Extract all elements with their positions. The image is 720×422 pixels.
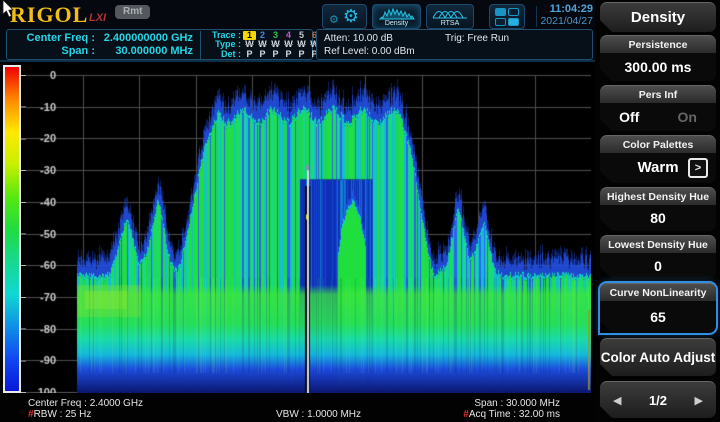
frequency-info-panel: Center Freq : 2.400000000 GHz Span : 30.… — [6, 29, 313, 60]
ref-level-readout: Ref Level: 0.00 dBm — [324, 46, 415, 57]
page-prev-icon[interactable]: ◀ — [613, 394, 621, 407]
palette-value: Warm — [637, 159, 678, 176]
trace-status-table: Trace : 1 2 3 4 5 6 Type : W W W W W W — [200, 31, 321, 59]
pers-inf-off[interactable]: Off — [619, 109, 639, 125]
freq-lines: Center Freq : 2.400000000 GHz Span : 30.… — [15, 32, 193, 58]
clock-block: 11:04:29 2021/04/27 — [538, 3, 593, 27]
system-settings-button[interactable]: ⚙ ⚙ — [322, 4, 367, 29]
softkey-color-auto-adjust[interactable]: Color Auto Adjust — [600, 338, 716, 376]
density-button-label: Density — [373, 20, 420, 27]
softkey-curve-nonlinearity[interactable]: Curve NonLinearity 65 — [600, 283, 716, 333]
rtsa-mode-button[interactable]: RTSA — [426, 4, 474, 29]
pers-inf-on[interactable]: On — [677, 109, 696, 125]
softkey-color-palettes[interactable]: Color Palettes Warm > — [600, 135, 716, 183]
persistence-value: 300.00 ms — [600, 53, 716, 80]
center-freq-label: Center Freq : — [15, 32, 95, 45]
rtsa-button-label: RTSA — [427, 20, 473, 27]
time-display: 11:04:29 — [538, 3, 593, 15]
softkey-lowest-density-hue[interactable]: Lowest Density Hue 0 — [600, 235, 716, 279]
highest-hue-value: 80 — [600, 205, 716, 230]
softkey-menu: Density Persistence 300.00 ms Pers Inf O… — [595, 0, 720, 422]
date-display: 2021/04/27 — [538, 15, 593, 27]
span-label: Span : — [15, 45, 95, 58]
gear-small-icon: ⚙ — [329, 12, 339, 27]
softkey-pers-inf[interactable]: Pers Inf Off On — [600, 85, 716, 131]
atten-readout: Atten: 10.00 dB — [324, 33, 393, 44]
density-display — [26, 63, 591, 393]
bottom-acq-time: #Acq Time : 32.00 ms — [360, 409, 560, 420]
span-value: 30.000000 MHz — [95, 45, 193, 58]
density-colorbar — [3, 65, 21, 393]
menu-page-nav: ◀ 1/2 ▶ — [600, 381, 716, 418]
center-freq-value: 2.400000000 GHz — [95, 32, 193, 45]
amplitude-info-panel: Atten: 10.00 dB Ref Level: 0.00 dBm Trig… — [316, 29, 593, 60]
lxi-logo: LXI — [89, 12, 106, 24]
density-spectrum-icon — [379, 7, 415, 20]
analyzer-screen: RIGOL LXI Rmt ⚙ ⚙ Density RTSA 11:04:2 — [0, 0, 720, 422]
page-next-icon[interactable]: ▶ — [695, 394, 703, 407]
window-layout-button[interactable] — [489, 4, 525, 29]
bottom-vbw: VBW : 1.0000 MHz — [276, 409, 361, 420]
menu-title-density: Density — [600, 2, 716, 32]
remote-badge: Rmt — [115, 5, 150, 19]
pers-inf-toggle[interactable]: Off On — [600, 109, 716, 125]
rtsa-peaks-icon — [432, 7, 468, 20]
softkey-highest-density-hue[interactable]: Highest Density Hue 80 — [600, 187, 716, 231]
gear-icon: ⚙ — [343, 5, 359, 28]
bottom-span: Span : 30.000 MHz — [360, 398, 560, 409]
mouse-cursor — [2, 0, 16, 18]
spectrum-plot-region — [0, 62, 595, 395]
windows-icon — [495, 8, 519, 26]
bottom-rbw: #RBW : 25 Hz — [28, 409, 91, 420]
header-bar: RIGOL LXI Rmt ⚙ ⚙ Density RTSA 11:04:2 — [0, 0, 595, 62]
bottom-status-bar: Center Freq : 2.4000 GHz Span : 30.000 M… — [0, 395, 595, 422]
det-row: Det : P P P P P P — [205, 50, 321, 59]
curve-nonlinearity-value: 65 — [600, 301, 716, 332]
lowest-hue-value: 0 — [600, 253, 716, 278]
density-mode-button[interactable]: Density — [372, 4, 421, 29]
trigger-readout: Trig: Free Run — [445, 33, 509, 44]
palette-submenu-arrow-icon[interactable]: > — [688, 158, 708, 178]
page-indicator: 1/2 — [649, 393, 667, 408]
rigol-logo: RIGOL — [10, 2, 88, 28]
softkey-persistence[interactable]: Persistence 300.00 ms — [600, 35, 716, 81]
bottom-center-freq: Center Freq : 2.4000 GHz — [28, 398, 143, 409]
header-divider — [536, 6, 537, 27]
